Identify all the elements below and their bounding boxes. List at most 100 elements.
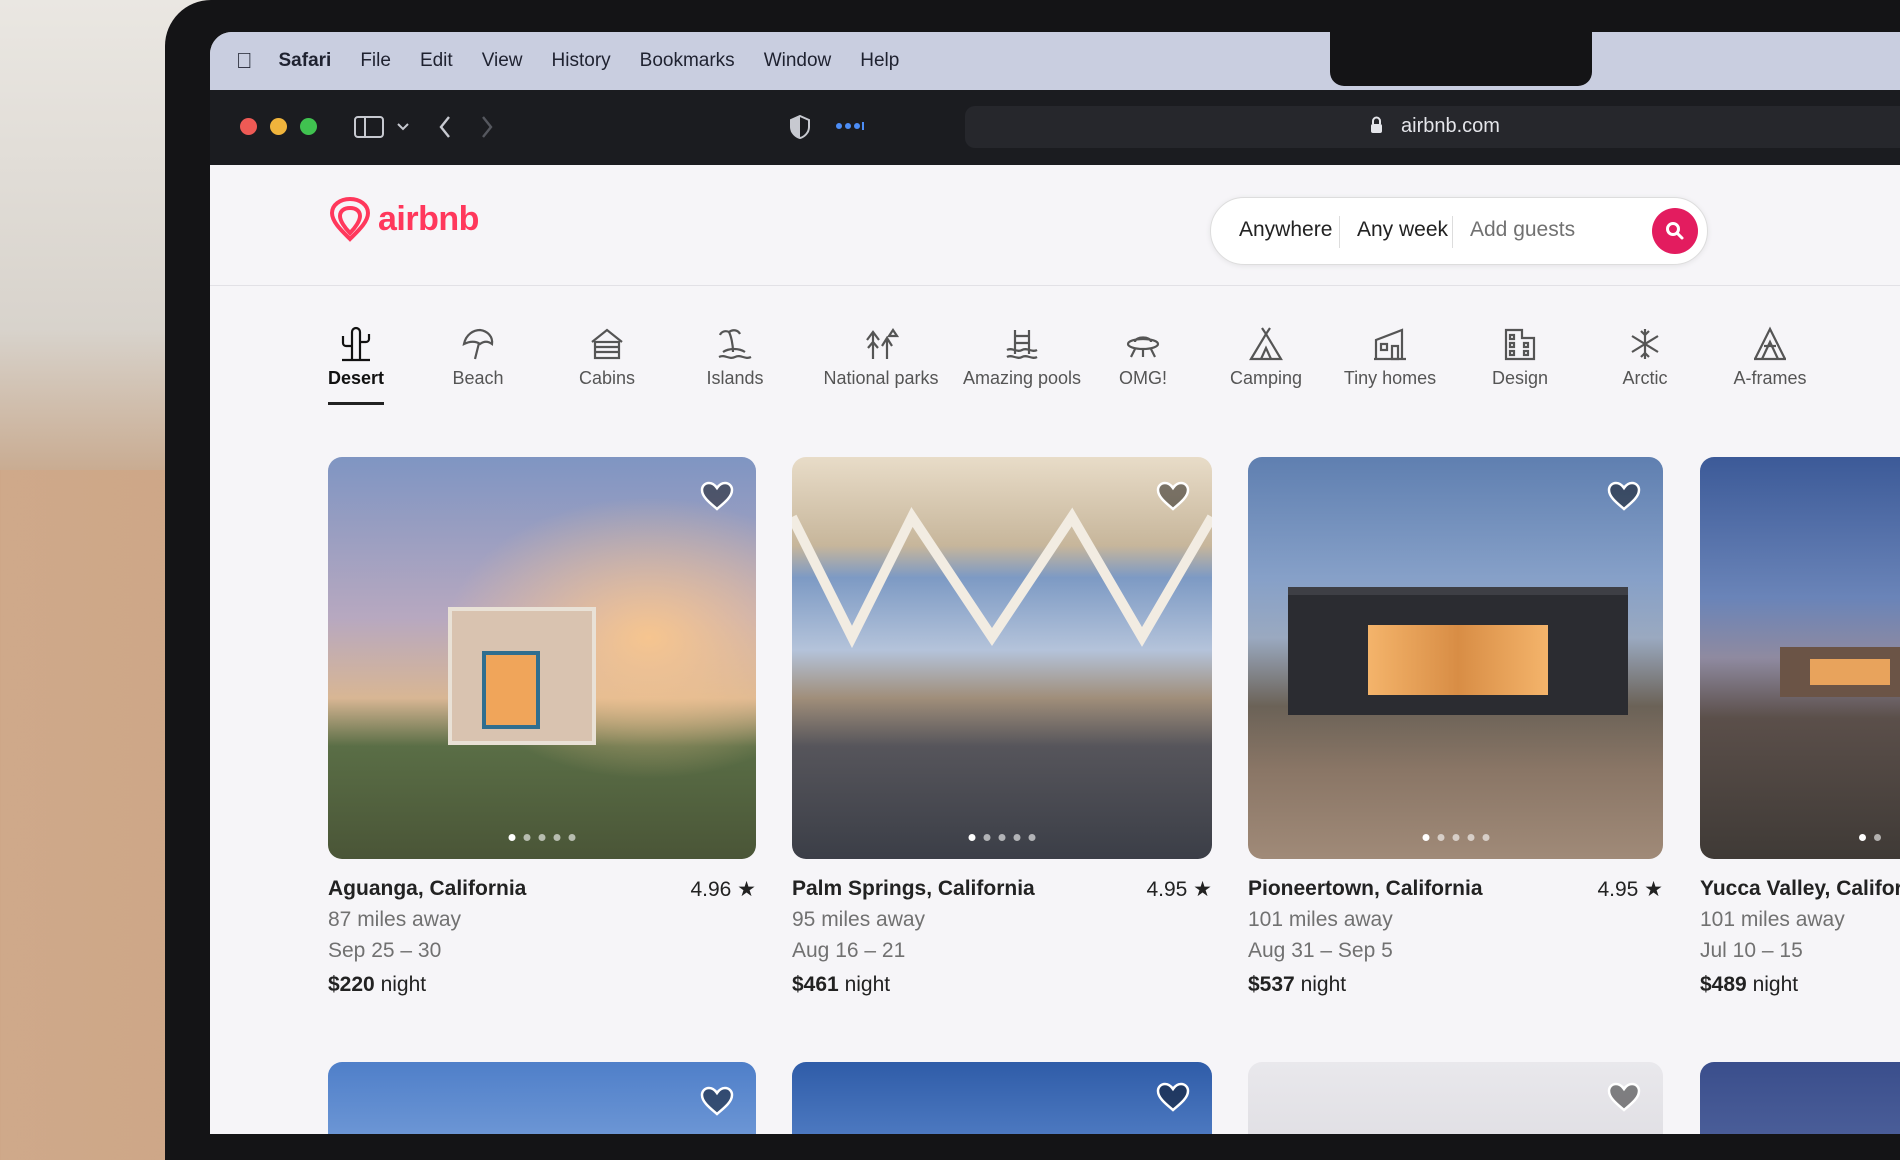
star-icon: ★ — [1644, 878, 1663, 901]
ufo-icon — [1126, 336, 1160, 358]
listing-photo[interactable] — [328, 457, 756, 859]
listing-card[interactable]: Pioneertown, California 4.95 ★ 101 miles… — [1248, 457, 1663, 997]
listing-photo[interactable] — [1700, 1062, 1900, 1134]
category-bar: Desert Beach Cabins Islands National par… — [210, 286, 1900, 436]
pool-icon — [1006, 330, 1038, 359]
listing-photo-lit-windows — [1368, 625, 1548, 695]
menu-file[interactable]: File — [360, 50, 391, 72]
tiny-home-icon — [1374, 328, 1406, 361]
photo-carousel-dots[interactable] — [1859, 834, 1881, 841]
listing-photo[interactable] — [792, 457, 1212, 859]
heart-icon[interactable] — [1156, 1082, 1190, 1112]
airbnb-belo-icon — [329, 196, 371, 242]
forward-arrow-icon[interactable] — [480, 115, 494, 139]
category-beach[interactable]: Beach — [403, 326, 553, 389]
listing-location: Yucca Valley, Califor — [1700, 877, 1900, 900]
palm-island-icon — [718, 329, 752, 359]
heart-icon[interactable] — [1607, 481, 1641, 511]
search-add-guests-button[interactable]: Add guests — [1470, 218, 1575, 242]
menu-window[interactable]: Window — [764, 50, 832, 72]
active-category-underline — [328, 402, 384, 405]
menu-bookmarks[interactable]: Bookmarks — [640, 50, 735, 72]
menu-view[interactable]: View — [482, 50, 523, 72]
a-frame-icon — [1754, 326, 1786, 361]
listing-distance: 101 miles away — [1248, 908, 1393, 931]
menu-app-name[interactable]: Safari — [279, 50, 332, 72]
search-divider — [1339, 216, 1340, 248]
listing-distance: 101 miles away — [1700, 908, 1845, 931]
listing-photo[interactable] — [1248, 457, 1663, 859]
listing-info: Palm Springs, California 4.95 ★ 95 miles… — [792, 877, 1212, 997]
photo-carousel-dots[interactable] — [968, 834, 1036, 841]
airbnb-logo[interactable]: airbnb — [328, 195, 479, 243]
search-any-week-button[interactable]: Any week — [1357, 218, 1448, 242]
listing-card[interactable]: Yucca Valley, Califor 101 miles away Jul… — [1700, 457, 1900, 997]
menu-edit[interactable]: Edit — [420, 50, 453, 72]
heart-icon[interactable] — [1156, 481, 1190, 511]
listing-price: $537 night — [1248, 973, 1347, 996]
listing-photo-cabin — [448, 607, 596, 745]
close-window-button[interactable] — [240, 118, 257, 135]
listing-price: $489 night — [1700, 973, 1799, 996]
listing-price: $461 night — [792, 973, 891, 996]
photo-carousel-dots[interactable] — [1422, 834, 1489, 841]
listing-rating: 4.96 ★ — [690, 878, 756, 901]
safari-toolbar: airbnb.com — [210, 90, 1900, 165]
search-divider — [1452, 216, 1453, 248]
listing-card[interactable]: Palm Springs, California 4.95 ★ 95 miles… — [792, 457, 1212, 997]
camera-notch — [1330, 32, 1592, 86]
search-button[interactable] — [1652, 208, 1698, 254]
listing-dates: Aug 16 – 21 — [792, 939, 906, 962]
category-label: A-frames — [1733, 368, 1807, 388]
zoom-window-button[interactable] — [300, 118, 317, 135]
listing-dates: Aug 31 – Sep 5 — [1248, 939, 1393, 962]
building-icon — [1504, 328, 1536, 361]
category-national-parks[interactable]: National parks — [806, 326, 956, 389]
category-islands[interactable]: Islands — [660, 326, 810, 389]
category-a-frames[interactable]: A-frames — [1695, 326, 1845, 389]
category-label: National parks — [823, 368, 939, 388]
listing-photo[interactable] — [1248, 1062, 1663, 1134]
menu-help[interactable]: Help — [860, 50, 899, 72]
search-anywhere-button[interactable]: Anywhere — [1239, 218, 1332, 242]
photo-carousel-dots[interactable] — [508, 834, 576, 841]
listing-distance: 87 miles away — [328, 908, 462, 931]
listing-photo[interactable] — [328, 1062, 756, 1134]
listing-dates: Sep 25 – 30 — [328, 939, 442, 962]
star-icon: ★ — [737, 878, 756, 901]
listing-card[interactable]: Aguanga, California 4.96 ★ 87 miles away… — [328, 457, 756, 997]
heart-icon[interactable] — [1607, 1082, 1641, 1112]
star-icon: ★ — [1193, 878, 1212, 901]
listing-info: Pioneertown, California 4.95 ★ 101 miles… — [1248, 877, 1663, 997]
listing-photo-house — [1780, 647, 1900, 697]
minimize-window-button[interactable] — [270, 118, 287, 135]
privacy-shield-icon[interactable] — [790, 115, 810, 139]
mac-menu-bar:  Safari File Edit View History Bookmark… — [210, 32, 1900, 90]
back-arrow-icon[interactable] — [438, 115, 452, 139]
url-text[interactable]: airbnb.com — [1401, 115, 1500, 138]
listing-info: Aguanga, California 4.96 ★ 87 miles away… — [328, 877, 756, 997]
listing-photo[interactable] — [792, 1062, 1212, 1134]
listing-photo-house — [1288, 587, 1628, 715]
category-label: Beach — [452, 368, 504, 388]
menu-history[interactable]: History — [552, 50, 611, 72]
listing-photo[interactable] — [1700, 457, 1900, 859]
category-tiny-homes[interactable]: Tiny homes — [1315, 326, 1465, 389]
trees-icon — [866, 328, 899, 359]
apple-menu-icon[interactable]:  — [236, 48, 253, 74]
listing-photo-lit-windows — [1810, 659, 1890, 685]
snowflake-icon — [1631, 329, 1659, 359]
listing-price: $220 night — [328, 973, 427, 996]
search-bar[interactable]: Anywhere Any week Add guests — [1210, 197, 1708, 265]
listing-rating: 4.95 ★ — [1597, 878, 1663, 901]
chevron-down-icon[interactable] — [396, 122, 410, 132]
heart-icon[interactable] — [700, 1086, 734, 1116]
logo-wordmark: airbnb — [378, 199, 479, 238]
screen:  Safari File Edit View History Bookmark… — [210, 32, 1900, 1134]
extensions-icon[interactable] — [835, 121, 865, 131]
cactus-icon — [341, 326, 371, 362]
heart-icon[interactable] — [700, 481, 734, 511]
listing-distance: 95 miles away — [792, 908, 926, 931]
sidebar-icon[interactable] — [354, 116, 384, 138]
cabin-icon — [591, 328, 623, 360]
